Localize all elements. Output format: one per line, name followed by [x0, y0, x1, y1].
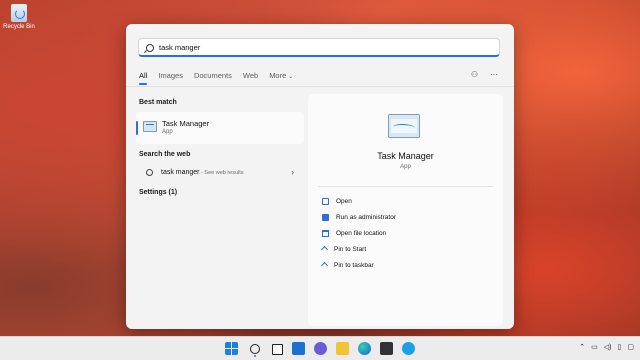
skype-icon[interactable] [402, 342, 415, 355]
selection-indicator [136, 121, 138, 135]
share-icon[interactable]: ⚇ [471, 70, 478, 79]
action-run-as-admin-label: Run as administrator [336, 213, 396, 221]
web-result-text: task manger - See web results [161, 169, 244, 176]
search-input[interactable] [159, 41, 489, 54]
notification-icon[interactable]: ▢ [627, 343, 634, 351]
search-icon [146, 169, 153, 176]
start-search-panel: All Images Documents Web More⌄ ⚇ ··· Bes… [126, 24, 514, 329]
search-web-heading: Search the web [139, 151, 191, 158]
shield-icon [322, 213, 329, 221]
open-icon [322, 197, 329, 205]
tab-images[interactable]: Images [158, 71, 183, 84]
preview-subtitle: App [400, 164, 411, 170]
action-pin-to-taskbar[interactable]: Pin to taskbar [320, 259, 374, 271]
pin-icon [320, 245, 329, 253]
folder-icon [322, 229, 329, 237]
action-open-file-location-label: Open file location [336, 229, 387, 237]
network-icon[interactable]: ▭ [591, 343, 598, 351]
file-explorer-icon[interactable] [336, 342, 349, 355]
chevron-up-icon[interactable]: ⌃ [579, 343, 585, 351]
best-match-heading: Best match [139, 99, 177, 106]
web-search-result[interactable]: task manger - See web results › [136, 164, 304, 182]
task-view-icon[interactable] [272, 344, 283, 355]
divider [318, 186, 493, 187]
top-icons: ⚇ ··· [471, 70, 498, 79]
web-hint: - See web results [199, 170, 244, 176]
store-icon[interactable] [380, 342, 393, 355]
chat-icon[interactable] [314, 342, 327, 355]
search-icon [146, 44, 154, 52]
tab-more[interactable]: More ⌄ [269, 71, 293, 84]
pin-icon [320, 261, 329, 269]
preview-title: Task Manager [377, 151, 434, 161]
start-icon[interactable] [225, 342, 238, 355]
best-match-item[interactable]: Task Manager App [136, 112, 304, 144]
action-pin-to-start[interactable]: Pin to Start [320, 243, 367, 255]
action-open-file-location[interactable]: Open file location [322, 227, 386, 239]
edge-icon[interactable] [358, 342, 371, 355]
recycle-bin-icon [11, 4, 27, 22]
chevron-right-icon: › [291, 168, 294, 177]
search-filter-tabs: All Images Documents Web More ⌄ [139, 71, 304, 85]
action-open-label: Open [336, 197, 352, 205]
task-manager-icon [143, 121, 157, 132]
divider [126, 86, 514, 87]
system-tray: ⌃ ▭ ◁) ▯ ▢ [579, 343, 634, 351]
tab-all[interactable]: All [139, 71, 148, 85]
action-run-as-admin[interactable]: Run as administrator [322, 211, 396, 223]
action-pin-to-taskbar-label: Pin to taskbar [334, 261, 374, 269]
search-icon[interactable] [250, 344, 260, 357]
best-match-title: Task Manager [162, 119, 210, 128]
tab-web[interactable]: Web [243, 71, 258, 84]
preview-pane: Task Manager App Open Run as administrat… [308, 94, 503, 326]
desktop-icon-recycle-bin[interactable]: Recycle Bin [3, 4, 35, 30]
tab-more-label: More [269, 71, 287, 80]
search-box[interactable] [138, 38, 500, 57]
action-pin-to-start-label: Pin to Start [334, 245, 367, 253]
tab-documents[interactable]: Documents [194, 71, 232, 84]
chevron-down-icon: ⌄ [288, 74, 294, 80]
web-query: task manger [161, 169, 200, 176]
settings-heading[interactable]: Settings (1) [139, 189, 177, 196]
recycle-bin-label: Recycle Bin [3, 24, 35, 30]
best-match-subtitle: App [162, 129, 173, 135]
task-manager-icon [388, 114, 420, 138]
more-options-icon[interactable]: ··· [490, 70, 498, 79]
action-open[interactable]: Open [322, 195, 352, 207]
volume-icon[interactable]: ◁) [604, 343, 612, 351]
battery-icon[interactable]: ▯ [618, 343, 622, 351]
taskbar: ⌃ ▭ ◁) ▯ ▢ [0, 336, 640, 360]
widgets-icon[interactable] [292, 342, 305, 355]
